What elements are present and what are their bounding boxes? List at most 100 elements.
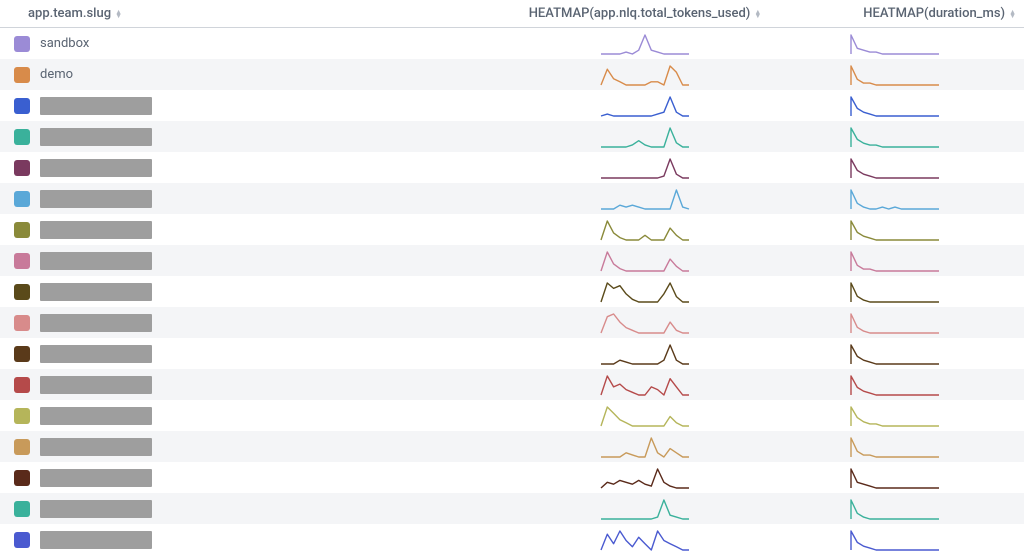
- sparkline-duration: [850, 498, 1024, 520]
- sparkline-duration: [850, 529, 1024, 551]
- sparkline-duration: [850, 157, 1024, 179]
- table-row[interactable]: [0, 121, 1024, 152]
- redacted-label: [40, 128, 152, 146]
- table-row[interactable]: [0, 90, 1024, 121]
- color-swatch: [14, 501, 30, 517]
- column-header-label: HEATMAP(app.nlq.total_tokens_used): [529, 6, 751, 21]
- sparkline-tokens: [440, 436, 850, 458]
- sort-icon[interactable]: ▲▼: [1009, 10, 1016, 18]
- sparkline-duration: [850, 188, 1024, 210]
- team-cell: [0, 438, 440, 456]
- sparkline-duration: [850, 219, 1024, 241]
- sparkline-tokens: [440, 498, 850, 520]
- color-swatch: [14, 408, 30, 424]
- table-row[interactable]: [0, 369, 1024, 400]
- color-swatch: [14, 129, 30, 145]
- table-row[interactable]: [0, 307, 1024, 338]
- team-cell: [0, 469, 440, 487]
- team-cell: [0, 531, 440, 549]
- team-cell: [0, 345, 440, 363]
- table-body: sandbox demo: [0, 28, 1024, 555]
- table-header-row: app.team.slug ▲▼ HEATMAP(app.nlq.total_t…: [0, 0, 1024, 28]
- table-row[interactable]: [0, 276, 1024, 307]
- sparkline-tokens: [440, 529, 850, 551]
- redacted-label: [40, 314, 152, 332]
- team-cell: [0, 376, 440, 394]
- team-cell: demo: [0, 67, 440, 83]
- table-row[interactable]: [0, 462, 1024, 493]
- redacted-label: [40, 221, 152, 239]
- sparkline-tokens: [440, 374, 850, 396]
- team-cell: [0, 500, 440, 518]
- team-label: sandbox: [40, 36, 89, 51]
- redacted-label: [40, 376, 152, 394]
- table-row[interactable]: [0, 400, 1024, 431]
- sparkline-duration: [850, 405, 1024, 427]
- color-swatch: [14, 98, 30, 114]
- team-cell: sandbox: [0, 36, 440, 52]
- sparkline-duration: [850, 250, 1024, 272]
- table-row[interactable]: [0, 493, 1024, 524]
- sparkline-duration: [850, 95, 1024, 117]
- sort-icon[interactable]: ▲▼: [115, 10, 122, 18]
- redacted-label: [40, 407, 152, 425]
- sparkline-duration: [850, 64, 1024, 86]
- color-swatch: [14, 284, 30, 300]
- color-swatch: [14, 315, 30, 331]
- redacted-label: [40, 531, 152, 549]
- color-swatch: [14, 253, 30, 269]
- redacted-label: [40, 469, 152, 487]
- redacted-label: [40, 345, 152, 363]
- sparkline-tokens: [440, 126, 850, 148]
- table-row[interactable]: [0, 338, 1024, 369]
- sparkline-tokens: [440, 467, 850, 489]
- color-swatch: [14, 439, 30, 455]
- sparkline-duration: [850, 343, 1024, 365]
- redacted-label: [40, 159, 152, 177]
- sort-icon[interactable]: ▲▼: [754, 10, 761, 18]
- team-cell: [0, 221, 440, 239]
- redacted-label: [40, 500, 152, 518]
- redacted-label: [40, 438, 152, 456]
- table-row[interactable]: [0, 524, 1024, 555]
- results-table: app.team.slug ▲▼ HEATMAP(app.nlq.total_t…: [0, 0, 1024, 555]
- sparkline-duration: [850, 374, 1024, 396]
- sparkline-duration: [850, 126, 1024, 148]
- sparkline-tokens: [440, 312, 850, 334]
- color-swatch: [14, 346, 30, 362]
- team-cell: [0, 407, 440, 425]
- table-row[interactable]: [0, 431, 1024, 462]
- team-cell: [0, 190, 440, 208]
- sparkline-tokens: [440, 250, 850, 272]
- redacted-label: [40, 190, 152, 208]
- color-swatch: [14, 36, 30, 52]
- color-swatch: [14, 67, 30, 83]
- color-swatch: [14, 160, 30, 176]
- color-swatch: [14, 191, 30, 207]
- table-row[interactable]: sandbox: [0, 28, 1024, 59]
- team-cell: [0, 252, 440, 270]
- table-row[interactable]: [0, 152, 1024, 183]
- color-swatch: [14, 222, 30, 238]
- sparkline-tokens: [440, 281, 850, 303]
- column-header-label: HEATMAP(duration_ms): [863, 6, 1005, 21]
- team-cell: [0, 128, 440, 146]
- column-header-duration[interactable]: HEATMAP(duration_ms) ▲▼: [850, 6, 1024, 21]
- team-label: demo: [40, 67, 73, 82]
- team-cell: [0, 159, 440, 177]
- sparkline-duration: [850, 312, 1024, 334]
- column-header-tokens[interactable]: HEATMAP(app.nlq.total_tokens_used) ▲▼: [440, 6, 850, 21]
- redacted-label: [40, 252, 152, 270]
- sparkline-duration: [850, 33, 1024, 55]
- table-row[interactable]: [0, 214, 1024, 245]
- color-swatch: [14, 470, 30, 486]
- table-row[interactable]: [0, 183, 1024, 214]
- team-cell: [0, 314, 440, 332]
- sparkline-duration: [850, 281, 1024, 303]
- column-header-team[interactable]: app.team.slug ▲▼: [0, 6, 440, 21]
- redacted-label: [40, 283, 152, 301]
- table-row[interactable]: demo: [0, 59, 1024, 90]
- table-row[interactable]: [0, 245, 1024, 276]
- team-cell: [0, 283, 440, 301]
- team-cell: [0, 97, 440, 115]
